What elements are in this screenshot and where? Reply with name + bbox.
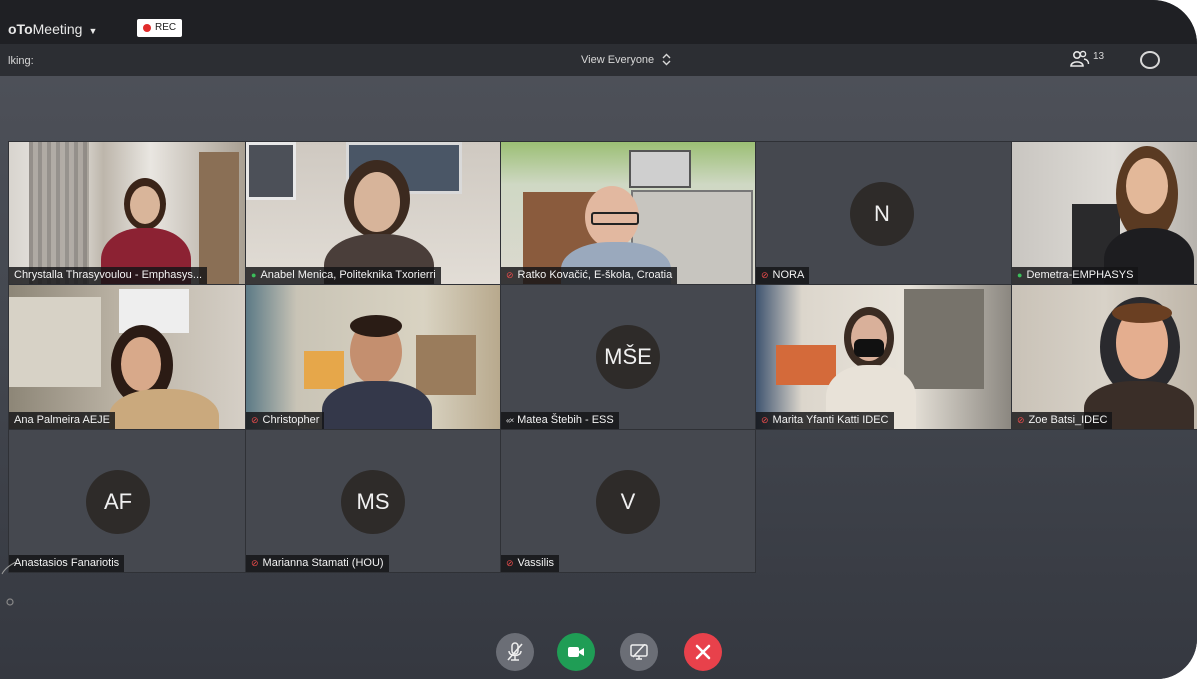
app-title-rest: Meeting <box>32 21 83 37</box>
app-title-menu[interactable]: oToMeeting ▼ <box>8 21 97 37</box>
participant-name: Christopher <box>262 414 320 426</box>
chat-bubble-icon[interactable] <box>1140 51 1160 69</box>
participant-name: Marianna Stamati (HOU) <box>262 557 384 569</box>
record-dot-icon <box>143 24 151 32</box>
participant-name: Marita Yfanti Katti IDEC <box>772 414 889 426</box>
participant-name-tag: Anastasios Fanariotis <box>9 555 125 572</box>
mic-off-icon <box>507 642 523 661</box>
participant-tile[interactable]: ● Demetra-EMPHASYS <box>1012 142 1197 284</box>
participant-name-tag: «× Matea Štebih - ESS <box>501 412 619 429</box>
dropdown-caret-icon: ▼ <box>88 26 98 36</box>
participant-tile[interactable]: ⊘ Zoe Batsi_IDEC <box>1012 285 1197 429</box>
avatar-initials: V <box>620 489 636 514</box>
participant-tile[interactable]: ⊘ Ratko Kovačić, E-škola, Croatia <box>501 142 755 284</box>
mic-muted-icon: ⊘ <box>761 415 769 425</box>
screen-share-button[interactable] <box>620 633 658 671</box>
participant-tile[interactable]: ⊘ Marita Yfanti Katti IDEC <box>756 285 1011 429</box>
video-grid: Chrystalla Thrasyvoulou - Emphasys... ● A… <box>0 76 1197 679</box>
participant-name-tag: ⊘ Ratko Kovačić, E-škola, Croatia <box>501 267 678 284</box>
participant-tile[interactable]: ● Anabel Menica, Politeknika Txorierri <box>246 142 500 284</box>
participant-name-tag: Ana Palmeira AEJE <box>9 412 115 429</box>
avatar-initials: MS <box>356 489 390 514</box>
participant-avatar: V <box>596 470 660 534</box>
participant-tile[interactable]: N ⊘ NORA <box>756 142 1011 284</box>
participant-name: NORA <box>772 269 805 281</box>
view-selector[interactable]: View Everyone <box>581 53 671 66</box>
participant-name: Matea Štebih - ESS <box>517 414 614 426</box>
participant-name-tag: ⊘ NORA <box>756 267 810 284</box>
recording-label: REC <box>155 22 177 33</box>
participant-count: 13 <box>1093 51 1105 62</box>
participant-name-tag: Chrystalla Thrasyvoulou - Emphasys... <box>9 267 208 284</box>
participant-name-tag: ⊘ Marianna Stamati (HOU) <box>246 555 389 572</box>
meeting-window: oToMeeting ▼ REC lking: View Everyone 13 <box>0 0 1197 679</box>
talking-indicator: lking: <box>8 55 34 67</box>
participant-name: Chrystalla Thrasyvoulou - Emphasys... <box>14 269 203 281</box>
participant-avatar: MŠE <box>596 325 660 389</box>
updown-chevron-icon <box>662 53 671 66</box>
recording-badge[interactable]: REC <box>137 19 183 37</box>
participant-name: Anastasios Fanariotis <box>14 557 120 569</box>
meeting-toolbar: lking: View Everyone 13 <box>0 44 1197 76</box>
mic-off-icon: «× <box>506 416 514 425</box>
mic-muted-icon: ⊘ <box>761 270 769 280</box>
app-title-bold: oTo <box>8 21 33 37</box>
participant-name: Ana Palmeira AEJE <box>14 414 110 426</box>
participant-avatar: N <box>850 182 914 246</box>
participant-name: Vassilis <box>517 557 555 569</box>
participant-name: Anabel Menica, Politeknika Txorierri <box>260 269 436 281</box>
title-bar: oToMeeting ▼ REC <box>0 0 1197 44</box>
participant-tile[interactable]: AF Anastasios Fanariotis <box>9 430 245 572</box>
leave-button[interactable] <box>684 633 722 671</box>
people-icon <box>1070 50 1090 67</box>
participant-avatar: MS <box>341 470 405 534</box>
mic-muted-icon: ⊘ <box>1017 415 1025 425</box>
mic-muted-icon: ⊘ <box>506 270 514 280</box>
avatar-initials: AF <box>103 489 133 514</box>
mic-muted-icon: ⊘ <box>251 558 259 568</box>
decorative-corner-icon <box>1 561 17 606</box>
participant-tile[interactable]: ⊘ Christopher <box>246 285 500 429</box>
close-icon <box>695 644 711 660</box>
participant-name-tag: ● Demetra-EMPHASYS <box>1012 267 1139 284</box>
participant-name: Ratko Kovačić, E-škola, Croatia <box>517 269 673 281</box>
view-selector-label: View Everyone <box>581 53 655 66</box>
mic-muted-icon: ⊘ <box>251 415 259 425</box>
participant-tile[interactable]: Chrystalla Thrasyvoulou - Emphasys... <box>9 142 245 284</box>
participants-button[interactable]: 13 <box>1070 50 1104 68</box>
participant-name-tag: ⊘ Vassilis <box>501 555 560 572</box>
avatar-initials: N <box>874 201 890 226</box>
participant-name-tag: ⊘ Marita Yfanti Katti IDEC <box>756 412 894 429</box>
mic-on-icon: ● <box>251 270 257 280</box>
participant-name: Demetra-EMPHASYS <box>1026 269 1134 281</box>
participant-tile[interactable]: MS ⊘ Marianna Stamati (HOU) <box>246 430 500 572</box>
mic-on-icon: ● <box>1017 270 1023 280</box>
avatar-initials: MŠE <box>604 344 652 369</box>
mute-button[interactable] <box>496 633 534 671</box>
participant-tile[interactable]: V ⊘ Vassilis <box>501 430 755 572</box>
mic-muted-icon: ⊘ <box>506 558 514 568</box>
participant-tile[interactable]: MŠE «× Matea Štebih - ESS <box>501 285 755 429</box>
participant-name-tag: ⊘ Christopher <box>246 412 325 429</box>
camera-icon <box>568 647 584 657</box>
participant-name-tag: ● Anabel Menica, Politeknika Txorierri <box>246 267 441 284</box>
call-controls <box>0 628 1197 671</box>
screen-share-off-icon <box>630 644 648 660</box>
participant-name-tag: ⊘ Zoe Batsi_IDEC <box>1012 412 1113 429</box>
participant-name: Zoe Batsi_IDEC <box>1028 414 1108 426</box>
participant-tile[interactable]: Ana Palmeira AEJE <box>9 285 245 429</box>
camera-button[interactable] <box>557 633 595 671</box>
participant-avatar: AF <box>86 470 150 534</box>
